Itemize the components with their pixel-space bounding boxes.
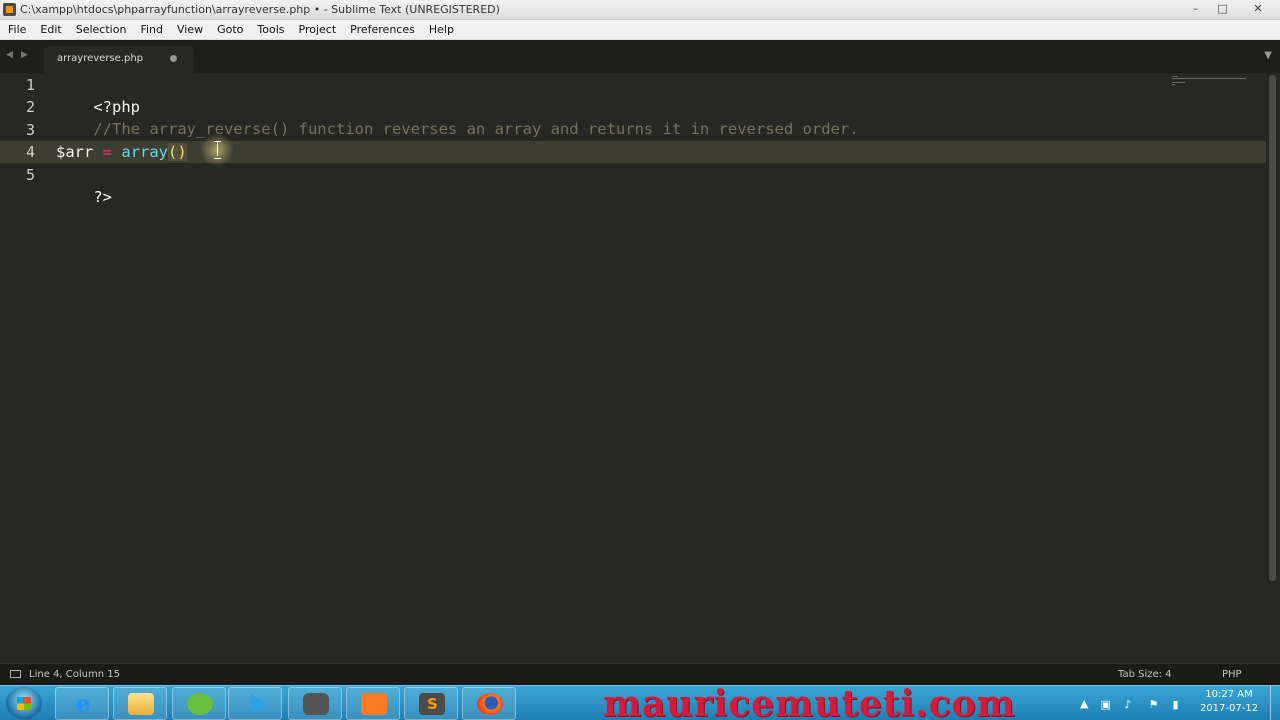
tab-bar: ◀ ▶ arrayreverse.php ▼ <box>0 40 1280 73</box>
mouse-highlight <box>200 133 234 167</box>
line-number: 4 <box>25 143 35 161</box>
menu-bar: File Edit Selection Find View Goto Tools… <box>0 20 1280 40</box>
code-line-4: $arr = array() <box>56 141 187 163</box>
tab-arrayreverse-php[interactable]: arrayreverse.php <box>44 46 194 73</box>
code-parens: () <box>168 143 187 161</box>
menu-find[interactable]: Find <box>133 20 170 40</box>
folder-icon <box>128 693 154 715</box>
menu-file[interactable]: File <box>0 20 33 40</box>
menu-preferences[interactable]: Preferences <box>343 20 422 40</box>
line-number: 1 <box>25 76 35 94</box>
minimap-line <box>1172 76 1178 77</box>
menu-tools[interactable]: Tools <box>250 20 291 40</box>
title-bar: C:\xampp\htdocs\phparrayfunction\arrayre… <box>0 0 1280 20</box>
menu-project[interactable]: Project <box>292 20 344 40</box>
code-function: array <box>121 143 169 161</box>
window-title: C:\xampp\htdocs\phparrayfunction\arrayre… <box>20 3 500 16</box>
panel-toggle-icon[interactable] <box>10 670 21 678</box>
maximize-button[interactable]: □ <box>1209 0 1236 18</box>
power-icon[interactable]: ▮ <box>1172 698 1184 711</box>
menu-help[interactable]: Help <box>422 20 461 40</box>
menu-edit[interactable]: Edit <box>33 20 68 40</box>
xampp-taskbar-button[interactable] <box>346 687 400 720</box>
clock-time: 10:27 AM <box>1205 689 1253 700</box>
start-button[interactable] <box>6 687 42 720</box>
firefox-icon <box>477 693 503 715</box>
minimap-line <box>1172 84 1175 85</box>
php-close-tag: ?> <box>93 188 112 206</box>
scrollbar-thumb[interactable] <box>1269 75 1276 581</box>
watermark-text: mauricemuteti.com <box>603 683 1016 720</box>
system-tray: ▲ ▣ ♪ ⚑ ▮ <box>1080 697 1184 711</box>
close-button[interactable]: ✕ <box>1236 0 1280 18</box>
line-number: 2 <box>25 98 35 116</box>
menu-selection[interactable]: Selection <box>69 20 134 40</box>
line-number: 5 <box>25 166 35 184</box>
tool-icon <box>303 693 329 715</box>
tab-list-dropdown-icon[interactable]: ▼ <box>1264 50 1272 61</box>
code-editor[interactable]: 1 2 3 4 5 <?php //The array_reverse() fu… <box>0 73 1280 663</box>
tab-next-icon[interactable]: ▶ <box>21 50 28 60</box>
action-center-flag-icon[interactable]: ⚑ <box>1148 698 1160 711</box>
tray-expand-icon[interactable]: ▲ <box>1080 697 1088 710</box>
current-line-highlight <box>0 141 1280 163</box>
network-icon[interactable]: ▣ <box>1100 698 1112 711</box>
code-line-5: ?> <box>56 164 112 206</box>
minimap-line <box>1172 78 1246 79</box>
sublime-text-icon <box>419 693 445 715</box>
code-operator: = <box>102 143 113 161</box>
sublime-app-icon <box>3 3 16 16</box>
clock-date: 2017-07-12 <box>1199 703 1259 714</box>
cursor-position: Line 4, Column 15 <box>29 669 120 680</box>
status-bar: Line 4, Column 15 Tab Size: 4 PHP <box>0 663 1280 685</box>
volume-icon[interactable]: ♪ <box>1124 698 1136 711</box>
utorrent-icon <box>187 693 213 715</box>
minimize-button[interactable]: – <box>1182 0 1209 18</box>
window-controls: – □ ✕ <box>1182 0 1280 18</box>
internet-explorer-taskbar-button[interactable]: e <box>55 687 109 720</box>
menu-goto[interactable]: Goto <box>210 20 250 40</box>
minimap-line <box>1172 82 1185 83</box>
tab-size-selector[interactable]: Tab Size: 4 <box>1118 669 1172 680</box>
firefox-taskbar-button[interactable] <box>462 687 516 720</box>
file-explorer-taskbar-button[interactable] <box>113 687 167 720</box>
menu-view[interactable]: View <box>170 20 210 40</box>
line-number: 3 <box>25 121 35 139</box>
code-variable: $arr <box>56 143 94 161</box>
tab-label: arrayreverse.php <box>57 53 144 64</box>
taskbar-clock[interactable]: 10:27 AM 2017-07-12 <box>1198 688 1260 716</box>
internet-explorer-icon: e <box>75 689 91 718</box>
sublime-text-taskbar-button[interactable] <box>404 687 458 720</box>
media-player-taskbar-button[interactable] <box>228 687 282 720</box>
syntax-selector[interactable]: PHP <box>1222 669 1242 680</box>
unsaved-dot-icon[interactable] <box>170 55 177 62</box>
code-line-1: <?php <box>56 74 140 116</box>
minimap[interactable] <box>1172 76 1248 90</box>
show-desktop-button[interactable] <box>1270 686 1280 720</box>
xampp-icon <box>361 693 387 715</box>
code-line-2: //The array_reverse() function reverses … <box>56 96 858 138</box>
play-icon <box>243 693 269 715</box>
utorrent-taskbar-button[interactable] <box>172 687 226 720</box>
tab-prev-icon[interactable]: ◀ <box>6 50 13 60</box>
tool-taskbar-button[interactable] <box>288 687 342 720</box>
